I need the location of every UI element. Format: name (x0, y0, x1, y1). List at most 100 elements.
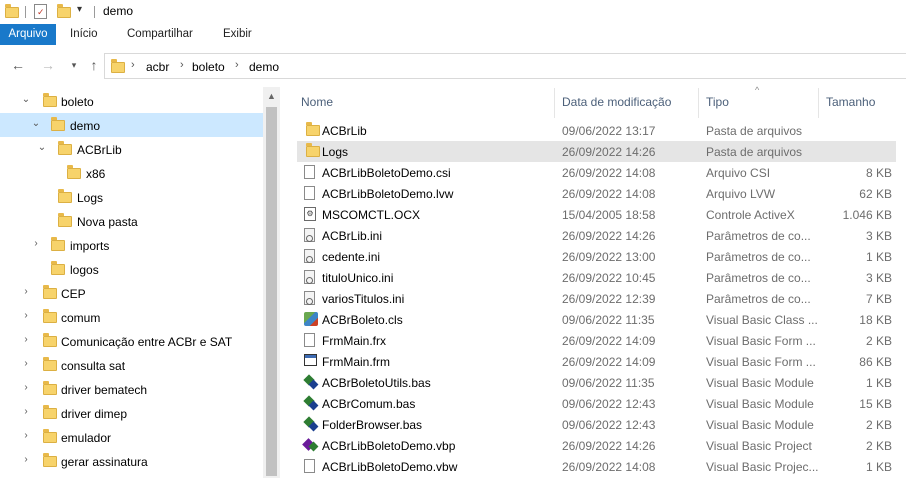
chevron-right-icon[interactable]: › (21, 287, 31, 297)
column-header-type[interactable]: Tipo (706, 95, 729, 109)
tree-item-gerar-assinatura[interactable]: › gerar assinatura (0, 449, 263, 473)
file-row[interactable]: ACBrLibBoletoDemo.vbw 26/09/2022 14:08 V… (297, 456, 896, 477)
folder-icon (67, 165, 81, 179)
chevron-right-icon[interactable]: › (131, 59, 135, 71)
chevron-down-icon[interactable]: ⌄ (31, 119, 41, 129)
file-row[interactable]: ACBrLibBoletoDemo.vbp 26/09/2022 14:26 V… (297, 435, 896, 456)
tab-exibir[interactable]: Exibir (223, 24, 252, 45)
file-type: Controle ActiveX (706, 208, 795, 222)
chevron-right-icon[interactable]: › (21, 359, 31, 369)
tree-item-driver-dimep[interactable]: › driver dimep (0, 401, 263, 425)
tree-item-label: Nova pasta (77, 215, 138, 229)
tree-item-acbrlib[interactable]: ⌄ ACBrLib (0, 137, 263, 161)
scroll-up-icon[interactable]: ▲ (267, 91, 276, 101)
customize-dropdown-icon[interactable]: ▾ (77, 4, 82, 15)
file-row[interactable]: ACBrLib.ini 26/09/2022 14:26 Parâmetros … (297, 225, 896, 246)
tree-item-demo[interactable]: ⌄ demo (0, 113, 263, 137)
tab-compartilhar[interactable]: Compartilhar (127, 24, 193, 45)
file-name: FolderBrowser.bas (322, 418, 423, 432)
folder-icon (43, 309, 57, 323)
forward-arrow-icon[interactable]: → (40, 57, 56, 73)
tree-item-driver-bematech[interactable]: › driver bematech (0, 377, 263, 401)
breadcrumb-demo[interactable]: demo (249, 60, 279, 74)
vb-project-icon (304, 438, 318, 452)
recent-locations-chevron-icon[interactable]: ▾ (66, 57, 82, 73)
back-arrow-icon[interactable]: ← (10, 57, 26, 73)
file-row[interactable]: ACBrBoletoUtils.bas 09/06/2022 11:35 Vis… (297, 372, 896, 393)
tree-item-emulador[interactable]: › emulador (0, 425, 263, 449)
tree-item-logs[interactable]: Logs (0, 185, 263, 209)
file-row[interactable]: cedente.ini 26/09/2022 13:00 Parâmetros … (297, 246, 896, 267)
file-row[interactable]: FrmMain.frx 26/09/2022 14:09 Visual Basi… (297, 330, 896, 351)
chevron-right-icon[interactable]: › (180, 59, 184, 71)
up-arrow-icon[interactable]: ↑ (86, 57, 102, 73)
column-header-date[interactable]: Data de modificação (562, 95, 671, 109)
chevron-down-icon[interactable]: ⌄ (21, 95, 31, 105)
column-divider[interactable] (554, 88, 555, 118)
chevron-right-icon[interactable]: › (21, 431, 31, 441)
chevron-right-icon[interactable]: › (21, 311, 31, 321)
chevron-right-icon[interactable]: › (21, 383, 31, 393)
breadcrumb-acbr[interactable]: acbr (146, 60, 169, 74)
file-name: ACBrLibBoletoDemo.vbw (322, 460, 458, 474)
properties-checklist-icon[interactable]: ✓ (34, 4, 47, 19)
file-name: ACBrComum.bas (322, 397, 416, 411)
tree-item-imports[interactable]: › imports (0, 233, 263, 257)
file-row[interactable]: ACBrLib 09/06/2022 13:17 Pasta de arquiv… (297, 120, 896, 141)
tree-item-comunicacao-acbr-sat[interactable]: › Comunicação entre ACBr e SAT (0, 329, 263, 353)
file-row[interactable]: FolderBrowser.bas 09/06/2022 12:43 Visua… (297, 414, 896, 435)
chevron-right-icon[interactable]: › (235, 59, 239, 71)
tree-item-cep[interactable]: › CEP (0, 281, 263, 305)
file-row[interactable]: ACBrBoleto.cls 09/06/2022 11:35 Visual B… (297, 309, 896, 330)
tree-item-logos[interactable]: logos (0, 257, 263, 281)
window-title: demo (103, 4, 134, 18)
file-type: Visual Basic Project (706, 439, 812, 453)
new-folder-icon[interactable] (57, 4, 71, 18)
file-row[interactable]: FrmMain.frm 26/09/2022 14:09 Visual Basi… (297, 351, 896, 372)
chevron-right-icon[interactable]: › (21, 335, 31, 345)
file-row[interactable]: ACBrLibBoletoDemo.csi 26/09/2022 14:08 A… (297, 162, 896, 183)
file-row[interactable]: ⚙ MSCOMCTL.OCX 15/04/2005 18:58 Controle… (297, 204, 896, 225)
tree-item-boleto[interactable]: ⌄ boleto (0, 89, 263, 113)
column-divider[interactable] (818, 88, 819, 118)
tree-item-label: consulta sat (61, 359, 126, 373)
file-row[interactable]: tituloUnico.ini 26/09/2022 10:45 Parâmet… (297, 267, 896, 288)
tab-inicio[interactable]: Início (70, 24, 98, 45)
column-header-size[interactable]: Tamanho (826, 95, 875, 109)
folder-icon (43, 333, 57, 347)
file-type: Visual Basic Projec... (706, 460, 819, 474)
file-date: 09/06/2022 12:43 (562, 397, 656, 411)
breadcrumb-boleto[interactable]: boleto (192, 60, 225, 74)
tree-item-x86[interactable]: x86 (0, 161, 263, 185)
column-divider[interactable] (698, 88, 699, 118)
document-icon (304, 459, 315, 473)
folder-icon (58, 213, 72, 227)
file-date: 26/09/2022 12:39 (562, 292, 656, 306)
navigation-pane-scrollbar[interactable]: ▲ (263, 87, 280, 478)
file-type: Parâmetros de co... (706, 229, 811, 243)
folder-icon (306, 143, 320, 157)
file-date: 09/06/2022 11:35 (562, 376, 655, 390)
file-row[interactable]: ACBrComum.bas 09/06/2022 12:43 Visual Ba… (297, 393, 896, 414)
tree-item-label: ACBrLib (77, 143, 122, 157)
file-row[interactable]: Logs 26/09/2022 14:26 Pasta de arquivos (297, 141, 896, 162)
file-row[interactable]: ACBrLibBoletoDemo.lvw 26/09/2022 14:08 A… (297, 183, 896, 204)
tree-item-nova-pasta[interactable]: Nova pasta (0, 209, 263, 233)
tree-item-comum[interactable]: › comum (0, 305, 263, 329)
file-size: 2 KB (865, 439, 892, 453)
chevron-right-icon[interactable]: › (31, 239, 41, 249)
scrollbar-thumb[interactable] (266, 107, 277, 476)
chevron-right-icon[interactable]: › (21, 407, 31, 417)
tree-item-consulta-sat[interactable]: › consulta sat (0, 353, 263, 377)
vb-module-icon (304, 375, 318, 389)
folder-icon (43, 93, 57, 107)
file-type: Visual Basic Form ... (706, 355, 816, 369)
tab-arquivo[interactable]: Arquivo (0, 24, 56, 45)
chevron-down-icon[interactable]: ⌄ (37, 143, 47, 153)
vb-module-icon (304, 417, 318, 431)
tree-item-label: demo (70, 119, 101, 133)
chevron-right-icon[interactable]: › (21, 455, 31, 465)
vb-module-icon (304, 396, 318, 410)
file-row[interactable]: variosTitulos.ini 26/09/2022 12:39 Parâm… (297, 288, 896, 309)
column-header-name[interactable]: Nome (301, 95, 333, 109)
